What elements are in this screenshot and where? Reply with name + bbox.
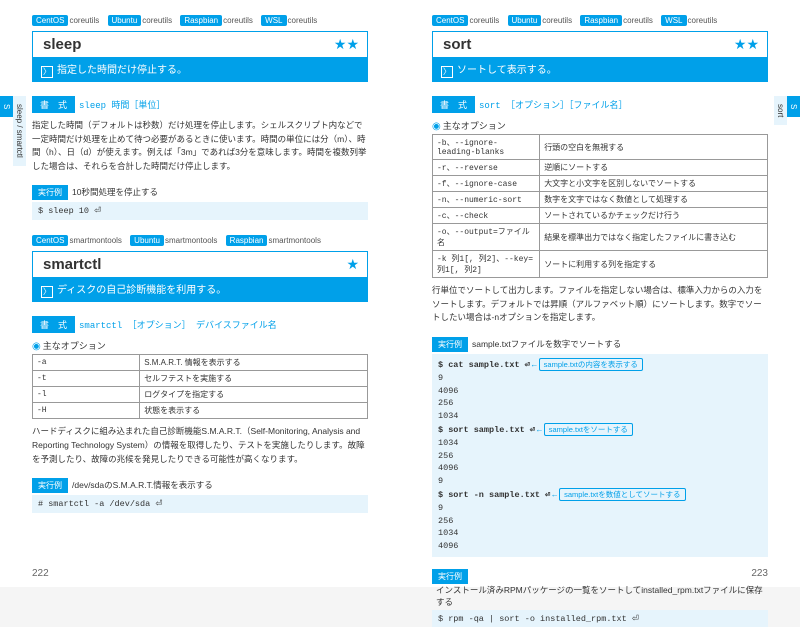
marker-icon: 〉	[441, 66, 453, 78]
platform-tags: CentOScoreutils Ubuntucoreutils Raspbian…	[32, 16, 368, 25]
table-row: -lログタイプを指定する	[33, 387, 368, 403]
syntax-label: 書 式	[432, 96, 475, 113]
page-number: 223	[751, 568, 768, 579]
description-body: 指定した時間（デフォルトは秒数）だけ処理を停止します。シェルスクリプト内などで一…	[32, 119, 368, 173]
command-card-smartctl: smartctl★ 〉ディスクの自己診断機能を利用する。	[32, 251, 368, 302]
annotation: sample.txtの内容を表示する	[539, 358, 643, 371]
syntax-text: sort ［オプション］［ファイル名］	[479, 98, 628, 111]
description-body: 行単位でソートして出力します。ファイルを指定しない場合は、標準入力からの入力をソ…	[432, 284, 768, 325]
rating-icon: ★	[346, 256, 367, 273]
command-name: sort	[433, 32, 734, 57]
page-number: 222	[32, 568, 49, 579]
os-tag: Raspbian	[180, 15, 222, 26]
os-tag: Ubuntu	[508, 15, 542, 26]
options-table: -aS.M.A.R.T. 情報を表示する -tセルフテストを実施する -lログタ…	[32, 354, 368, 419]
command-card-sleep: sleep★★ 〉指定した時間だけ停止する。	[32, 31, 368, 82]
example-label: 実行例	[32, 185, 68, 200]
command-description: ディスクの自己診断機能を利用する。	[57, 285, 226, 296]
rating-icon: ★★	[334, 36, 367, 53]
options-table: -b、--ignore-leading-blanks行頭の空白を無視する -r、…	[432, 134, 768, 278]
options-heading: ◉主なオプション	[432, 119, 768, 132]
os-tag: WSL	[661, 15, 686, 26]
os-tag: WSL	[261, 15, 286, 26]
os-tag: Ubuntu	[108, 15, 142, 26]
table-row: -H状態を表示する	[33, 403, 368, 419]
table-row: -b、--ignore-leading-blanks行頭の空白を無視する	[433, 135, 768, 160]
options-heading: ◉主なオプション	[32, 339, 368, 352]
command-description: 指定した時間だけ停止する。	[57, 65, 187, 76]
command-card-sort: sort★★ 〉ソートして表示する。	[432, 31, 768, 82]
syntax-label: 書 式	[32, 96, 75, 113]
marker-icon: 〉	[41, 66, 53, 78]
os-tag: Raspbian	[226, 235, 268, 246]
syntax-label: 書 式	[32, 316, 75, 333]
os-tag: Ubuntu	[130, 235, 164, 246]
page-left: CentOScoreutils Ubuntucoreutils Raspbian…	[0, 0, 400, 587]
platform-tags: CentOScoreutils Ubuntucoreutils Raspbian…	[432, 16, 768, 25]
os-tag: CentOS	[32, 235, 68, 246]
marker-icon: 〉	[41, 286, 53, 298]
example-label: 実行例	[432, 337, 468, 352]
terminal-line: $ rpm -qa | sort -o installed_rpm.txt ⏎	[432, 610, 768, 627]
terminal-block: $ cat sample.txt ⏎←sample.txtの内容を表示する 94…	[432, 354, 768, 557]
table-row: -o、--output=ファイル名結果を標準出力ではなく指定したファイルに書き込…	[433, 224, 768, 251]
os-tag: CentOS	[32, 15, 68, 26]
os-tag: Raspbian	[580, 15, 622, 26]
example-label: 実行例	[32, 478, 68, 493]
example-description: 10秒間処理を停止する	[72, 186, 158, 198]
table-row: -f、--ignore-case大文字と小文字を区別しないでソートする	[433, 176, 768, 192]
rating-icon: ★★	[734, 36, 767, 53]
terminal-line: $ sleep 10 ⏎	[32, 202, 368, 220]
example-description: /dev/sdaのS.M.A.R.T.情報を表示する	[72, 479, 213, 491]
annotation: sample.txtを数値としてソートする	[559, 488, 685, 501]
example-description: インストール済みRPMパッケージの一覧をソートしてinstalled_rpm.t…	[436, 584, 768, 608]
os-tag: CentOS	[432, 15, 468, 26]
table-row: -tセルフテストを実施する	[33, 371, 368, 387]
example-description: sample.txtファイルを数字でソートする	[472, 338, 621, 350]
syntax-text: smartctl ［オプション］ デバイスファイル名	[79, 318, 277, 331]
table-row: -c、--checkソートされているかチェックだけ行う	[433, 208, 768, 224]
example-label: 実行例	[432, 569, 468, 584]
command-name: smartctl	[33, 252, 346, 277]
command-description: ソートして表示する。	[457, 65, 557, 76]
terminal-line: # smartctl -a /dev/sda ⏎	[32, 495, 368, 513]
annotation: sample.txtをソートする	[544, 423, 633, 436]
table-row: -k 列1[, 列2]、--key=列1[, 列2]ソートに利用する列を指定する	[433, 251, 768, 278]
syntax-text: sleep 時間［単位］	[79, 98, 165, 111]
table-row: -r、--reverse逆順にソートする	[433, 160, 768, 176]
platform-tags: CentOSsmartmontools Ubuntusmartmontools …	[32, 236, 368, 245]
page-spread: S sleep / smartctl S sort CentOScoreutil…	[0, 0, 800, 587]
page-right: CentOScoreutils Ubuntucoreutils Raspbian…	[400, 0, 800, 587]
command-name: sleep	[33, 32, 334, 57]
table-row: -aS.M.A.R.T. 情報を表示する	[33, 355, 368, 371]
description-body: ハードディスクに組み込まれた自己診断機能S.M.A.R.T.（Self-Moni…	[32, 425, 368, 466]
table-row: -n、--numeric-sort数字を文字ではなく数値として処理する	[433, 192, 768, 208]
